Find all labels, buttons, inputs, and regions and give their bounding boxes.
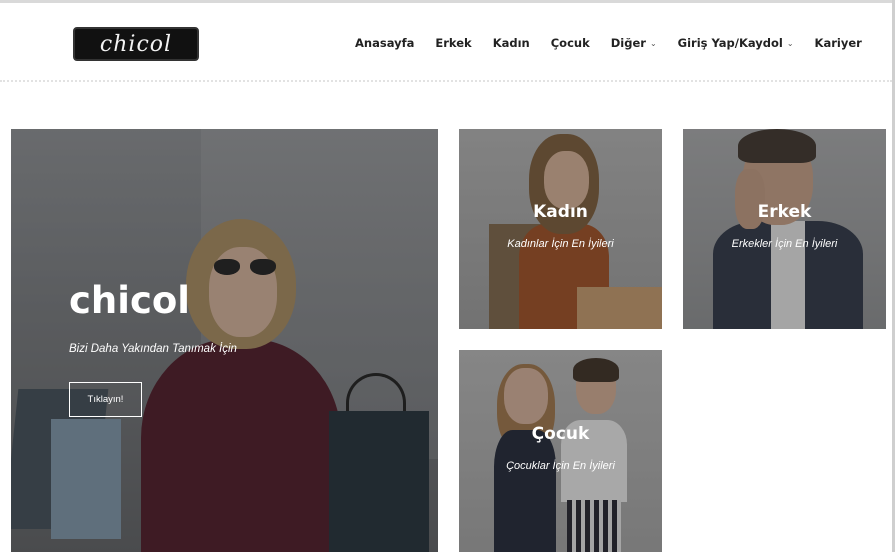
nav-kadin[interactable]: Kadın [493,36,530,50]
nav-label: Kadın [492,36,530,50]
tile-overlay [459,350,662,552]
category-tile-cocuk[interactable]: Çocuk Çocuklar İçin En İyileri [459,350,662,552]
tile-subtitle: Çocuklar İçin En İyileri [506,460,615,472]
nav-cocuk[interactable]: Çocuk [551,36,590,50]
hero-overlay [11,129,438,552]
logo[interactable]: chicol [73,27,199,61]
nav-giris-kaydol[interactable]: Giriş Yap/Kaydol ⌄ [678,36,794,50]
tile-subtitle: Kadınlar İçin En İyileri [507,238,614,250]
nav-label: Giriş Yap/Kaydol [677,36,783,50]
nav-anasayfa[interactable]: Anasayfa [355,36,414,50]
hero-cta-button[interactable]: Tıklayın! [69,382,142,417]
category-tile-kadin[interactable]: Kadın Kadınlar İçin En İyileri [459,129,662,329]
hero-title: chicol [69,279,190,322]
tile-overlay [683,129,886,329]
tile-title: Kadın [533,202,588,222]
hero-banner[interactable]: chicol Bizi Daha Yakından Tanımak İçin T… [11,129,438,552]
nav-label: Diğer [610,36,646,50]
nav-label: Anasayfa [355,36,415,50]
nav-label: Erkek [435,36,472,50]
site-header: chicol Anasayfa Erkek Kadın Çocuk Diğer ⌄… [0,3,892,82]
chevron-down-icon: ⌄ [649,38,657,48]
nav-label: Çocuk [550,36,590,50]
nav-diger[interactable]: Diğer ⌄ [611,36,657,50]
chevron-down-icon: ⌄ [786,38,794,48]
category-tile-erkek[interactable]: Erkek Erkekler İçin En İyileri [683,129,886,329]
nav-erkek[interactable]: Erkek [435,36,471,50]
nav-kariyer[interactable]: Kariyer [815,36,862,50]
tile-subtitle: Erkekler İçin En İyileri [731,238,838,250]
tile-title: Çocuk [531,424,590,444]
logo-text: chicol [99,31,173,57]
tile-overlay [459,129,662,329]
nav-label: Kariyer [814,36,862,50]
tile-title: Erkek [757,202,812,222]
hero-subtitle: Bizi Daha Yakından Tanımak İçin [69,343,237,355]
main-nav: Anasayfa Erkek Kadın Çocuk Diğer ⌄ Giriş … [355,36,862,50]
